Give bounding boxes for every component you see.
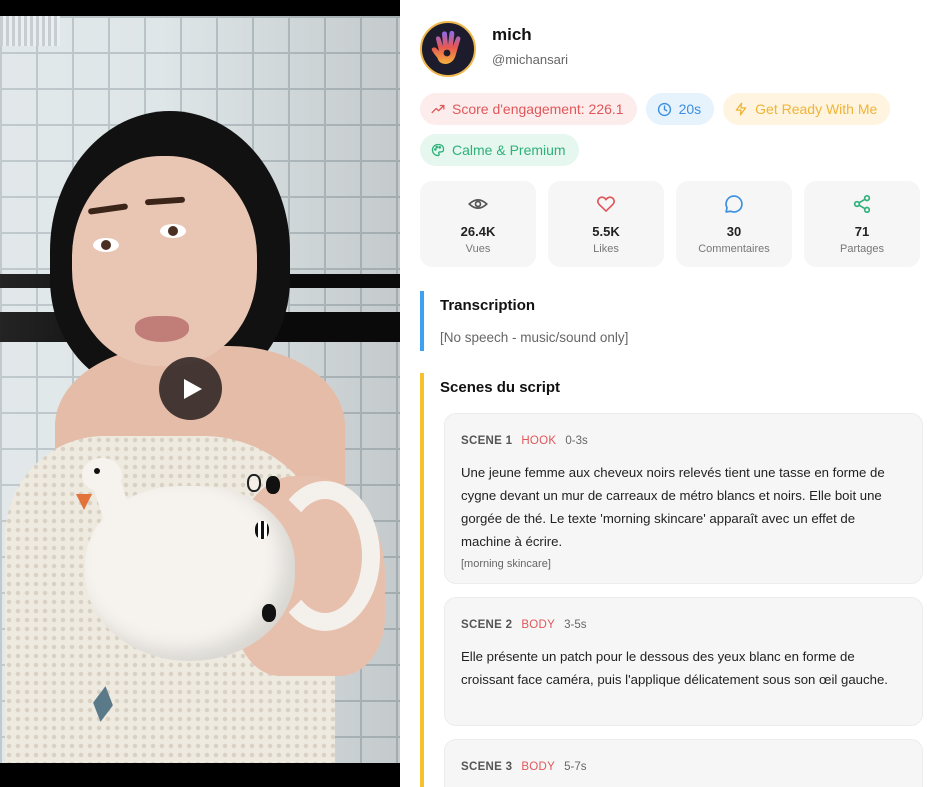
scene-time: 5-7s: [564, 761, 587, 773]
likes-count: 5.5K: [592, 224, 620, 239]
eye: [93, 238, 119, 252]
scene-time: 3-5s: [564, 619, 587, 631]
scene-description: Une jeune femme aux cheveux noirs relevé…: [461, 465, 885, 549]
scenes-title: Scenes du script: [440, 379, 561, 396]
video-stats: 26.4K Vues 5.5K Likes 30 Commentaires 71…: [420, 181, 920, 267]
comment-icon: [725, 195, 743, 213]
likes-label: Likes: [593, 243, 619, 255]
duration-label: 20s: [678, 101, 702, 117]
nail: [247, 474, 261, 492]
duration-badge: 20s: [645, 93, 715, 125]
creator-handle[interactable]: @michansari: [492, 52, 568, 67]
scene-time: 0-3s: [565, 435, 588, 447]
views-label: Vues: [465, 243, 491, 255]
comments-count: 30: [726, 224, 742, 239]
category-label: Get Ready With Me: [755, 101, 878, 117]
hand-logo-icon: [431, 30, 461, 65]
video-badges: Score d'engagement: 226.1 20s Get Ready …: [420, 93, 910, 166]
scene-card: SCENE 3 BODY 5-7s: [444, 739, 923, 787]
transcription-title: Transcription: [440, 297, 536, 314]
creator-name[interactable]: mich: [492, 25, 568, 45]
play-icon: [183, 378, 202, 399]
video-details-panel: mich @michansari Score d'engagement: 226…: [400, 0, 927, 787]
swan-eye: [94, 468, 100, 474]
avatar[interactable]: [420, 21, 476, 77]
swan-head: [82, 458, 122, 492]
mood-label: Calme & Premium: [452, 142, 566, 158]
stat-likes: 5.5K Likes: [548, 181, 664, 267]
stat-comments: 30 Commentaires: [676, 181, 792, 267]
engagement-score-badge: Score d'engagement: 226.1: [420, 93, 637, 125]
mood-badge: Calme & Premium: [420, 134, 579, 166]
comments-label: Commentaires: [698, 243, 770, 255]
scene-number: SCENE 2: [461, 619, 513, 631]
creator-profile[interactable]: mich @michansari: [420, 20, 568, 78]
scene-type: BODY: [521, 761, 556, 773]
views-count: 26.4K: [460, 224, 496, 239]
transcription-section: Transcription [No speech - music/sound o…: [420, 291, 920, 351]
nail: [262, 604, 276, 622]
shares-label: Partages: [839, 243, 885, 255]
video-player[interactable]: [0, 0, 400, 787]
eye: [160, 224, 186, 238]
scene-text-overlay: [morning skincare]: [461, 558, 551, 570]
nail: [255, 521, 269, 539]
play-button[interactable]: [159, 357, 222, 420]
shares-count: 71: [854, 224, 870, 239]
clock-icon: [657, 102, 671, 116]
scene-number: SCENE 3: [461, 761, 513, 773]
stat-views: 26.4K Vues: [420, 181, 536, 267]
heart-icon: [596, 196, 616, 212]
engagement-score-label: Score d'engagement: 226.1: [452, 101, 624, 117]
swan-beak: [76, 494, 92, 510]
scene-card: SCENE 1 HOOK 0-3s Une jeune femme aux ch…: [444, 413, 923, 584]
lightning-icon: [735, 102, 747, 116]
palette-icon: [431, 143, 445, 157]
stat-shares: 71 Partages: [804, 181, 920, 267]
category-badge: Get Ready With Me: [723, 93, 891, 125]
eye-icon: [468, 199, 488, 209]
scene-number: SCENE 1: [461, 435, 513, 447]
scene-description: Elle présente un patch pour le dessous d…: [461, 649, 888, 687]
ceiling-vent: [0, 16, 60, 46]
nail: [266, 476, 280, 494]
scene-type: BODY: [521, 619, 556, 631]
share-icon: [853, 195, 871, 214]
trending-up-icon: [431, 104, 445, 114]
script-scenes-section: Scenes du script SCENE 1 HOOK 0-3s Une j…: [420, 373, 923, 787]
scene-card: SCENE 2 BODY 3-5s Elle présente un patch…: [444, 597, 923, 726]
lips: [135, 316, 189, 342]
transcription-text: [No speech - music/sound only]: [440, 330, 629, 345]
scene-type: HOOK: [521, 435, 557, 447]
